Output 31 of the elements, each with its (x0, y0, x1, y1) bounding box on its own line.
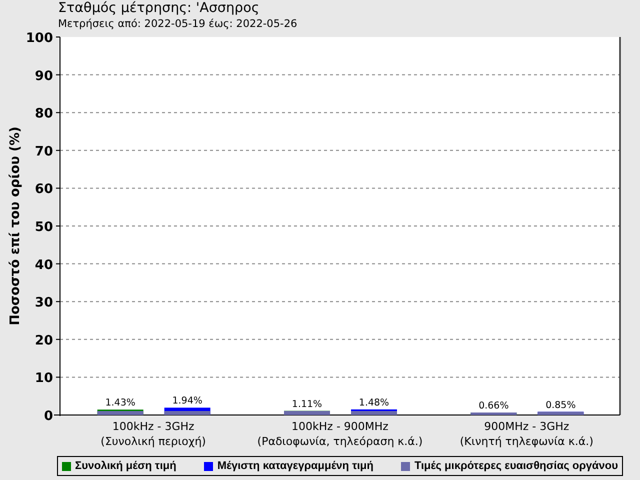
data-label: 1.11% (292, 398, 322, 410)
y-tick-label: 60 (34, 182, 53, 198)
bar (284, 410, 330, 415)
bar (470, 412, 517, 415)
y-tick-label: 10 (34, 371, 53, 386)
legend-label: Μέγιστη καταγεγραμμένη τιμή (217, 458, 374, 474)
y-tick-label: 30 (34, 296, 53, 311)
date-range: Μετρήσεις από: 2022-05-19 έως: 2022-05-26 (58, 17, 298, 31)
y-tick-label: 20 (34, 333, 53, 348)
bar (97, 410, 144, 415)
y-axis-title: Ποσοστό επί του ορίου (%) (8, 126, 23, 326)
y-tick-label: 0 (44, 409, 53, 424)
bar (164, 408, 210, 415)
y-tick-label: 70 (34, 144, 53, 160)
category-label: 900MHz - 3GHz (Κινητή τηλεφωνία κ.ά.) (460, 420, 594, 448)
data-label: 0.85% (546, 400, 576, 411)
legend-label: Συνολική μέση τιμή (75, 458, 176, 474)
y-tick-label: 90 (34, 68, 53, 84)
data-label: 0.66% (478, 400, 509, 412)
y-tick-label: 100 (26, 31, 53, 46)
data-label: 1.94% (172, 396, 202, 407)
y-tick-label: 40 (34, 258, 53, 273)
y-tick-label: 50 (34, 220, 53, 235)
data-label: 1.43% (105, 398, 136, 409)
category-label: 100kHz - 3GHz (Συνολική περιοχή) (100, 420, 206, 448)
legend-label: Τιμές μικρότερες ευαισθησίας οργάνου (414, 458, 618, 474)
data-label: 1.48% (358, 397, 390, 408)
chart-title: Σταθμός μέτρησης: 'Ασσηρος (58, 0, 260, 17)
y-tick-label: 80 (34, 106, 53, 122)
category-label: 100kHz - 900MHz (Ραδιοφωνία, τηλεόραση κ.ά.) (257, 420, 423, 448)
bar (538, 412, 584, 415)
